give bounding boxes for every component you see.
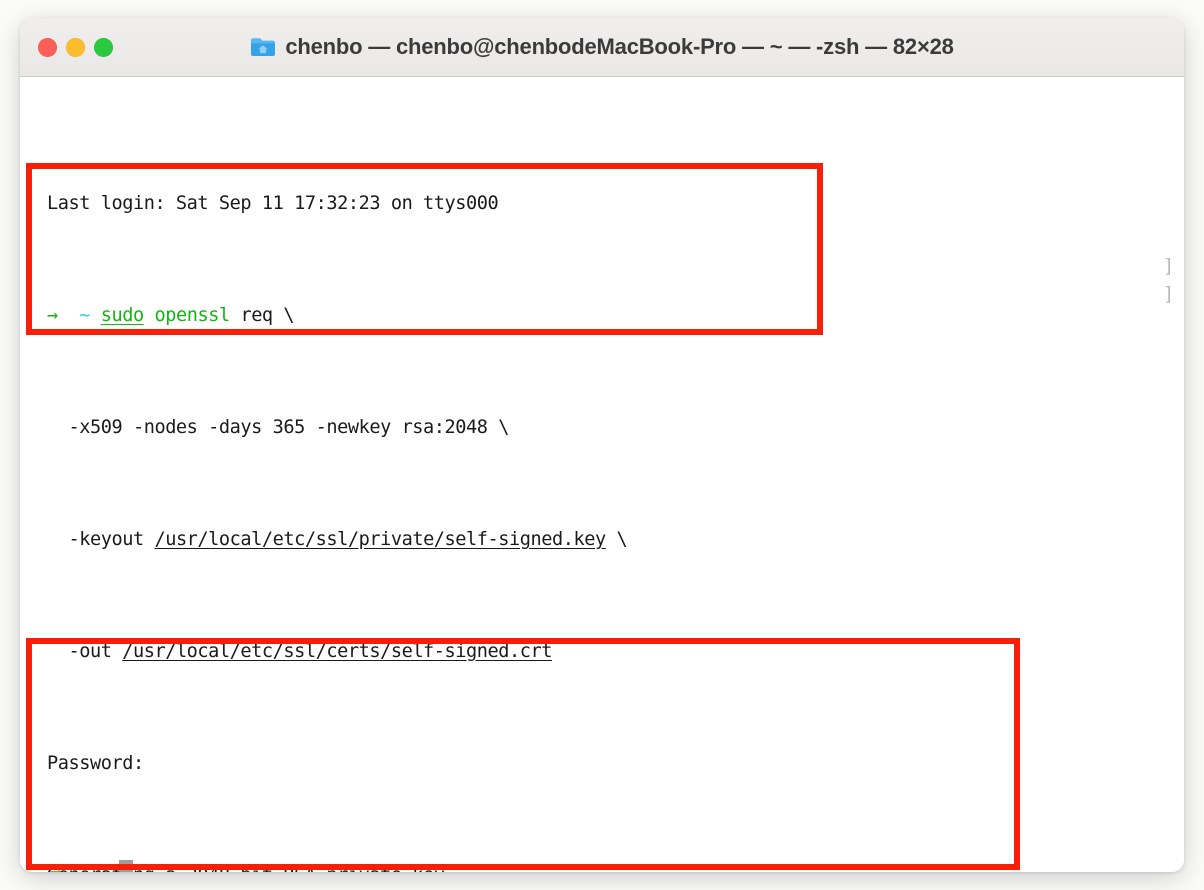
terminal-output: Last login: Sat Sep 11 17:32:23 on ttys0… (47, 155, 853, 872)
terminal-line-out: -out /usr/local/etc/ssl/certs/self-signe… (47, 638, 853, 666)
command-sudo: sudo (100, 305, 144, 326)
minimize-button[interactable] (66, 37, 85, 57)
zoom-button[interactable] (94, 37, 113, 57)
window-titlebar[interactable]: chenbo — chenbo@chenbodeMacBook-Pro — ~ … (20, 18, 1184, 77)
scrollback-mark-right: ] ] (1163, 256, 1174, 305)
terminal-line-keyout: -keyout /usr/local/etc/ssl/private/self-… (47, 526, 853, 554)
prompt-cwd: ~ (79, 305, 90, 326)
terminal-cursor (119, 860, 133, 872)
keyout-path: /usr/local/etc/ssl/private/self-signed.k… (154, 529, 606, 550)
keyout-flag: -keyout (47, 529, 155, 550)
keyout-continuation: \ (605, 529, 628, 550)
terminal-line-output-0: Generating a 2048 bit RSA private key (47, 862, 853, 872)
window-title-group: chenbo — chenbo@chenbodeMacBook-Pro — ~ … (20, 34, 1184, 60)
out-flag: -out (47, 641, 123, 662)
out-path: /usr/local/etc/ssl/certs/self-signed.crt (122, 641, 552, 662)
prompt-arrow-icon: → (47, 305, 58, 326)
command-line1-rest: req \ (229, 305, 295, 326)
terminal-line-last-login: Last login: Sat Sep 11 17:32:23 on ttys0… (47, 193, 499, 214)
terminal-line-password-prompt: Password: (47, 753, 144, 774)
home-folder-icon (250, 37, 276, 58)
terminal-screen[interactable]: ] ] Last login: Sat Sep 11 17:32:23 on t… (20, 77, 1184, 872)
window-title: chenbo — chenbo@chenbodeMacBook-Pro — ~ … (285, 34, 954, 59)
traffic-light-controls[interactable] (38, 37, 113, 57)
terminal-line-prompt-command: → ~ sudo openssl req \ (47, 302, 853, 330)
terminal-line-x509-opts: -x509 -nodes -days 365 -newkey rsa:2048 … (47, 417, 510, 438)
prompt-arrow-icon-bottom: → (50, 861, 62, 872)
command-openssl: openssl (154, 305, 230, 326)
close-button[interactable] (38, 37, 57, 57)
terminal-window[interactable]: chenbo — chenbo@chenbodeMacBook-Pro — ~ … (20, 18, 1184, 872)
